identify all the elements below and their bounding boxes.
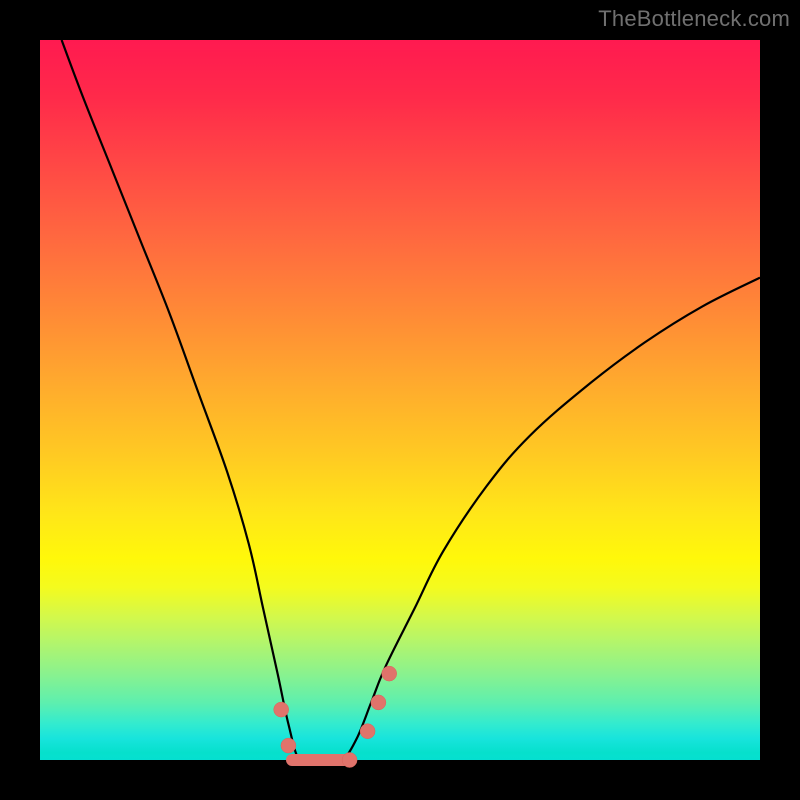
- bottleneck-curve: [62, 40, 760, 763]
- data-marker: [281, 738, 296, 753]
- data-marker: [382, 666, 397, 681]
- watermark-text: TheBottleneck.com: [598, 6, 790, 32]
- plot-area: [40, 40, 760, 760]
- data-marker: [360, 724, 375, 739]
- data-marker: [274, 702, 289, 717]
- data-marker: [342, 753, 357, 768]
- chart-frame: TheBottleneck.com: [0, 0, 800, 800]
- data-marker: [371, 695, 386, 710]
- curve-svg: [40, 40, 760, 760]
